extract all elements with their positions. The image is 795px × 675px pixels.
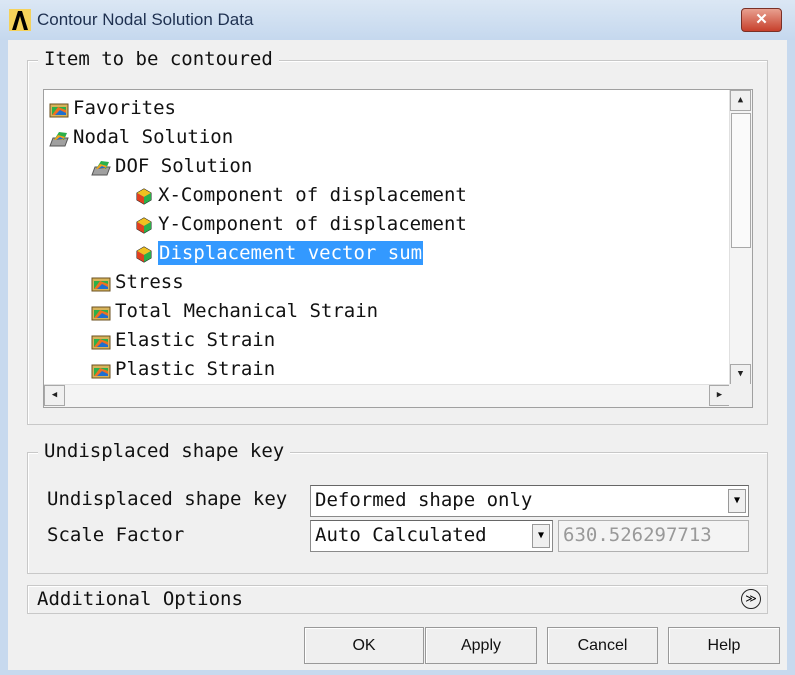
- open-folder-contour-icon: [91, 158, 111, 175]
- open-folder-contour-icon: [49, 129, 69, 146]
- shape-group-label: Undisplaced shape key: [38, 440, 291, 462]
- tree-item-label: Nodal Solution: [73, 126, 234, 148]
- scroll-left-button[interactable]: ◀: [44, 385, 65, 406]
- ansys-logo-icon: [9, 9, 31, 31]
- title-bar: Contour Nodal Solution Data ✕: [0, 0, 795, 40]
- tree-item-label: Favorites: [73, 97, 176, 119]
- scale-factor-value: Auto Calculated: [315, 524, 487, 546]
- expand-double-chevron-icon[interactable]: ≫: [741, 589, 761, 609]
- tree-item-label: DOF Solution: [115, 155, 253, 177]
- scroll-up-button[interactable]: ▲: [730, 90, 751, 111]
- chevron-down-icon[interactable]: ▼: [532, 524, 550, 548]
- scroll-corner: [729, 384, 752, 407]
- scale-factor-select[interactable]: Auto Calculated ▼: [310, 520, 553, 552]
- folder-contour-icon: [91, 274, 111, 291]
- scroll-right-button[interactable]: ▶: [709, 385, 730, 406]
- tree-item-label: Displacement vector sum: [158, 241, 424, 265]
- scale-factor-input[interactable]: 630.526297713: [558, 520, 749, 552]
- additional-options-bar[interactable]: Additional Options ≫: [27, 585, 768, 614]
- tree-item[interactable]: Displacement vector sum: [134, 241, 424, 265]
- undisplaced-key-value: Deformed shape only: [315, 489, 533, 511]
- undisplaced-key-select[interactable]: Deformed shape only ▼: [310, 485, 749, 517]
- tree-item[interactable]: DOF Solution: [91, 154, 252, 178]
- cube-contour-icon: [134, 245, 154, 263]
- tree-item[interactable]: Favorites: [49, 96, 176, 120]
- tree-item[interactable]: Elastic Strain: [91, 328, 275, 352]
- tree-item[interactable]: Stress: [91, 270, 184, 294]
- cube-contour-icon: [134, 187, 154, 205]
- tree-item-label: X-Component of displacement: [158, 184, 467, 206]
- cube-contour-icon: [134, 216, 154, 234]
- close-button[interactable]: ✕: [741, 8, 782, 32]
- tree-item[interactable]: Nodal Solution: [49, 125, 233, 149]
- scale-factor-label: Scale Factor: [47, 524, 185, 546]
- tree-item-label: Total Mechanical Strain: [115, 300, 379, 322]
- undisplaced-key-label: Undisplaced shape key: [47, 488, 288, 510]
- additional-options-label: Additional Options: [37, 588, 243, 610]
- horizontal-scrollbar[interactable]: ◀ ▶: [44, 384, 730, 407]
- dialog-body: Item to be contoured Favorites Nodal Solu…: [8, 40, 787, 670]
- help-button[interactable]: Help: [668, 627, 780, 664]
- tree-item-label: Plastic Strain: [115, 358, 276, 380]
- ok-button[interactable]: OK: [304, 627, 424, 664]
- tree-item-label: Y-Component of displacement: [158, 213, 467, 235]
- folder-contour-icon: [91, 361, 111, 378]
- tree-item[interactable]: Total Mechanical Strain: [91, 299, 378, 323]
- folder-contour-icon: [91, 303, 111, 320]
- item-tree[interactable]: Favorites Nodal Solution DOF Solution X-Com…: [43, 89, 753, 408]
- tree-item[interactable]: Y-Component of displacement: [134, 212, 467, 236]
- tree-item-label: Elastic Strain: [115, 329, 276, 351]
- folder-contour-icon: [91, 332, 111, 349]
- chevron-down-icon[interactable]: ▼: [728, 489, 746, 513]
- tree-item-label: Stress: [115, 271, 184, 293]
- apply-button[interactable]: Apply: [425, 627, 537, 664]
- window-title: Contour Nodal Solution Data: [37, 10, 254, 29]
- vertical-scrollbar[interactable]: ▲ ▼: [729, 90, 752, 385]
- item-group: Item to be contoured Favorites Nodal Solu…: [27, 48, 768, 425]
- folder-contour-icon: [49, 100, 69, 117]
- tree-item[interactable]: X-Component of displacement: [134, 183, 467, 207]
- item-group-label: Item to be contoured: [38, 48, 279, 70]
- scroll-down-button[interactable]: ▼: [730, 364, 751, 385]
- tree-item[interactable]: Plastic Strain: [91, 357, 275, 381]
- scroll-thumb[interactable]: [731, 113, 751, 248]
- cancel-button[interactable]: Cancel: [547, 627, 658, 664]
